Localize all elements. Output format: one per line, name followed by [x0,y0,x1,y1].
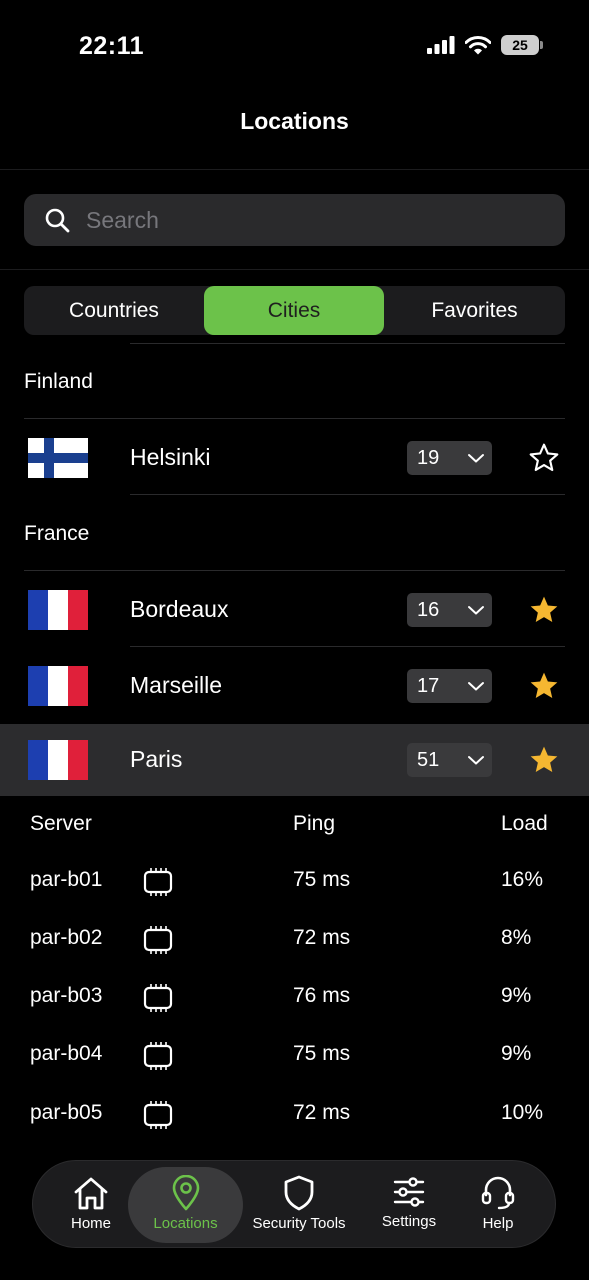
server-count-dropdown[interactable]: 16 [407,593,492,627]
server-row[interactable]: par-b05 72 ms 10% [0,1095,589,1135]
search-icon [45,208,70,233]
server-count-dropdown[interactable]: 51 [407,743,492,777]
chip-icon [143,1101,173,1129]
star-filled-icon[interactable] [528,744,560,776]
server-name: par-b03 [30,984,103,1007]
star-outline-icon[interactable] [528,442,560,474]
city-row-paris[interactable]: Paris 51 [0,724,589,796]
france-flag-icon [28,590,88,630]
city-row-bordeaux[interactable]: Bordeaux 16 [0,574,589,646]
server-count: 51 [417,748,440,771]
locations-screen: 22:11 25 Locations Countries Cities Fav [0,0,589,1280]
row-divider [24,570,565,571]
server-name: par-b05 [30,1101,103,1124]
battery-icon: 25 [501,35,543,55]
bottom-tab-bar: Home Locations Security Tools Settings H… [32,1160,556,1248]
city-row-helsinki[interactable]: Helsinki 19 [0,422,589,494]
home-icon [74,1177,108,1210]
city-name: Helsinki [130,444,211,470]
row-divider [130,494,565,495]
chevron-down-icon [468,682,484,691]
chip-icon [143,1042,173,1070]
tab-security-tools[interactable]: Security Tools [245,1167,353,1243]
server-load: 10% [501,1101,544,1124]
status-icons: 25 [427,35,543,55]
server-count: 17 [417,674,440,697]
chip-icon [143,926,173,954]
server-name: par-b04 [30,1042,103,1065]
load-column-header: Load [501,812,548,835]
city-name: Paris [130,746,183,772]
server-row[interactable]: par-b01 75 ms 16% [0,862,589,902]
server-load: 8% [501,926,532,949]
server-count: 16 [417,598,440,621]
server-ping: 72 ms [293,1101,351,1124]
server-ping: 75 ms [293,868,351,891]
section-header-finland: Finland [24,370,93,393]
shield-icon [284,1175,314,1211]
tab-help[interactable]: Help [465,1167,531,1243]
finland-flag-icon [28,438,88,478]
france-flag-icon [28,740,88,780]
chip-icon [143,868,173,896]
server-count: 19 [417,446,440,469]
server-row[interactable]: par-b02 72 ms 8% [0,920,589,960]
server-name: par-b01 [30,868,103,891]
search-divider [0,269,589,270]
chevron-down-icon [468,606,484,615]
server-load: 9% [501,1042,532,1065]
header-divider [0,169,589,170]
page-title: Locations [240,108,349,134]
server-row[interactable]: par-b04 75 ms 9% [0,1036,589,1076]
chevron-down-icon [468,756,484,765]
server-ping: 76 ms [293,984,351,1007]
tab-home[interactable]: Home [53,1167,129,1243]
server-load: 16% [501,868,544,891]
battery-level: 25 [512,37,528,53]
chip-icon [143,984,173,1012]
tab-settings[interactable]: Settings [371,1167,447,1243]
row-divider [130,343,565,344]
search-bar[interactable] [24,194,565,246]
wifi-icon [465,35,491,54]
section-header-france: France [24,522,90,545]
tab-label: Locations [153,1215,218,1232]
star-filled-icon[interactable] [528,670,560,702]
location-type-segmented-control: Countries Cities Favorites [24,286,565,335]
chevron-down-icon [468,454,484,463]
segment-cities[interactable]: Cities [204,286,384,335]
server-name: par-b02 [30,926,103,949]
segment-countries[interactable]: Countries [24,286,204,335]
tab-label: Settings [381,1213,437,1230]
server-count-dropdown[interactable]: 17 [407,669,492,703]
server-ping: 72 ms [293,926,351,949]
server-ping: 75 ms [293,1042,351,1065]
row-divider [130,646,565,647]
location-pin-icon [172,1175,199,1211]
search-input[interactable] [84,205,508,235]
server-row[interactable]: par-b03 76 ms 9% [0,978,589,1018]
city-name: Marseille [130,672,223,698]
server-count-dropdown[interactable]: 19 [407,441,492,475]
tab-locations[interactable]: Locations [128,1167,243,1243]
server-load: 9% [501,984,532,1007]
tab-label: Home [70,1215,111,1232]
headset-icon [481,1176,515,1210]
cellular-signal-icon [427,36,455,54]
segment-favorites[interactable]: Favorites [384,286,565,335]
france-flag-icon [28,666,88,706]
status-time: 22:11 [79,32,145,60]
server-column-header: Server [30,812,92,835]
city-name: Bordeaux [130,596,229,622]
star-filled-icon[interactable] [528,594,560,626]
sliders-icon [393,1177,425,1207]
tab-label: Help [482,1215,514,1232]
tab-label: Security Tools [252,1215,346,1232]
city-row-marseille[interactable]: Marseille 17 [0,650,589,722]
ping-column-header: Ping [293,812,336,835]
row-divider [24,418,565,419]
